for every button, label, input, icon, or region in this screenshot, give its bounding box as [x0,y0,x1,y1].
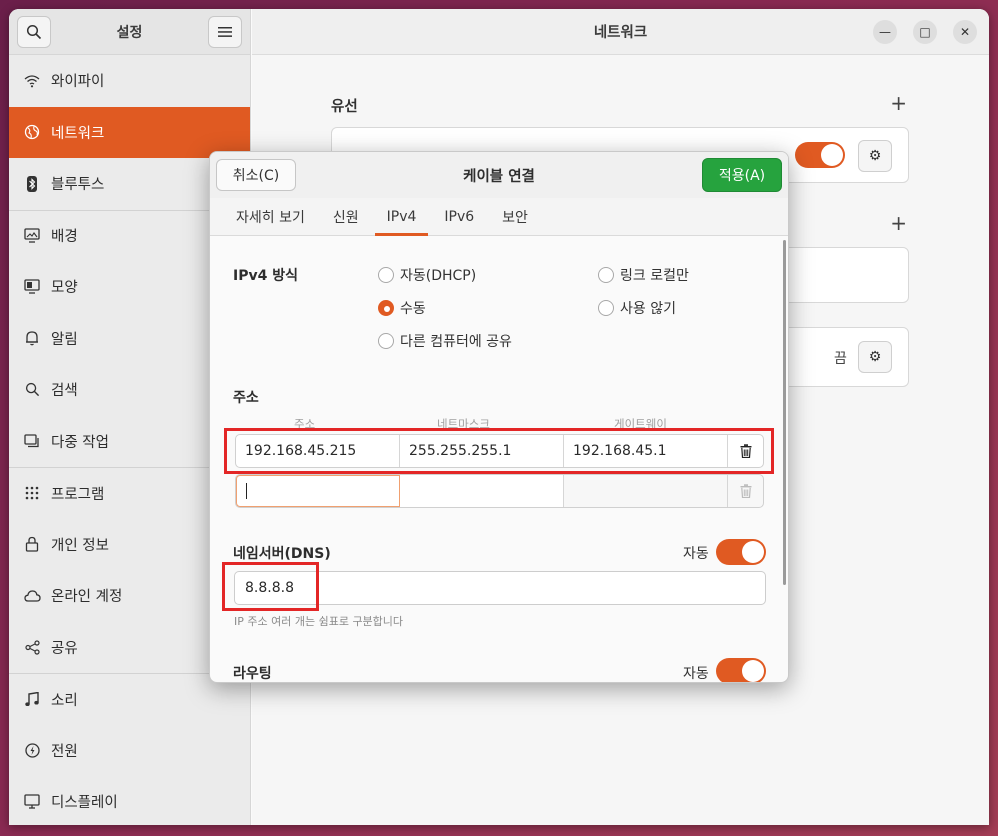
sidebar-item-wifi[interactable]: 와이파이 [9,55,250,107]
wired-toggle[interactable] [795,142,845,168]
routing-label: 라우팅 [233,666,272,682]
proxy-settings-button[interactable]: ⚙ [858,341,892,373]
tab-security[interactable]: 보안 [490,198,540,235]
radio-auto-dhcp[interactable]: 자동(DHCP) [378,265,476,285]
address-section-label: 주소 [233,390,259,406]
menu-button[interactable] [207,15,242,48]
routing-auto-label: 자동 [683,666,709,682]
dns-label: 네임서버(DNS) [233,546,331,562]
power-icon [23,741,41,759]
sidebar-title: 설정 [116,24,143,41]
sidebar-item-label: 공유 [51,640,78,657]
bluetooth-icon [23,175,41,193]
sidebar-item-label: 배경 [51,229,78,246]
routing-auto-toggle[interactable] [716,658,766,682]
sidebar-item-display[interactable]: 디스플레이 [9,776,250,825]
dns-auto-label: 자동 [683,546,709,562]
search-icon [26,24,42,39]
sidebar-item-label: 네트워크 [51,125,105,142]
radio-disabled[interactable]: 사용 않기 [598,298,676,318]
highlight-box-dns [222,562,319,611]
apps-icon [23,484,41,502]
ipv4-method-label: IPv4 방식 [233,268,298,284]
apply-button[interactable]: 적용(A) [702,158,782,192]
proxy-status: 끔 [834,351,847,367]
highlight-box-address [224,428,774,474]
wifi-icon [23,72,41,90]
delete-row-button[interactable] [728,475,763,507]
maximize-icon: □ [919,25,931,39]
minimize-button[interactable]: — [873,20,897,44]
sidebar-item-label: 디스플레이 [51,795,118,812]
radio-shared[interactable]: 다른 컴퓨터에 공유 [378,331,512,351]
sidebar-item-label: 와이파이 [51,74,105,91]
dialog-scrollbar[interactable] [783,240,786,585]
network-icon [23,123,41,141]
sidebar-item-power[interactable]: 전원 [9,725,250,777]
wired-connection-dialog: 취소(C) 케이블 연결 적용(A) 자세히 보기 신원 IPv4 IPv6 보… [209,151,789,683]
radio-label: 자동(DHCP) [400,268,477,284]
add-wired-button[interactable]: + [890,91,907,115]
add-vpn-button[interactable]: + [890,211,907,235]
radio-link-local[interactable]: 링크 로컬만 [598,265,689,285]
dialog-tabs: 자세히 보기 신원 IPv4 IPv6 보안 [210,198,788,236]
sidebar-header: 설정 [9,9,250,55]
lock-icon [23,535,41,553]
radio-manual[interactable]: 수동 [378,298,426,318]
radio-label: 수동 [400,301,426,317]
close-icon: ✕ [959,25,971,39]
sidebar-item-label: 개인 정보 [51,537,109,554]
multitasking-icon [23,432,41,450]
tab-details[interactable]: 자세히 보기 [224,198,317,235]
sidebar-item-label: 온라인 계정 [51,589,123,606]
sidebar-item-label: 프로그램 [51,486,105,503]
sidebar-item-network[interactable]: 네트워크 [9,106,250,158]
trash-icon [740,484,751,498]
maximize-button[interactable]: □ [913,20,937,44]
minimize-icon: — [879,25,891,39]
radio-label: 사용 않기 [620,301,676,317]
main-header: 네트워크 — □ ✕ [252,9,989,55]
tab-ipv6[interactable]: IPv6 [432,198,486,235]
wired-settings-button[interactable]: ⚙ [858,140,892,172]
close-button[interactable]: ✕ [953,20,977,44]
background-icon [23,227,41,245]
sidebar-item-label: 블루투스 [51,177,105,194]
tab-ipv4[interactable]: IPv4 [374,198,429,236]
page-title: 네트워크 [593,25,648,41]
gear-icon: ⚙ [868,349,882,365]
tab-identity[interactable]: 신원 [321,198,371,235]
address-row [235,474,764,508]
share-icon [23,638,41,656]
netmask-input[interactable] [400,475,564,507]
dialog-title: 케이블 연결 [463,168,535,185]
sidebar-item-label: 소리 [51,692,78,709]
radio-label: 링크 로컬만 [620,268,689,284]
gear-icon: ⚙ [868,148,882,164]
cancel-button[interactable]: 취소(C) [216,159,296,191]
sidebar-item-label: 검색 [51,383,78,400]
cloud-icon [23,587,41,605]
wired-section-label: 유선 [331,99,358,115]
text-cursor [246,483,247,499]
sidebar-item-label: 전원 [51,743,78,760]
dialog-header: 취소(C) 케이블 연결 적용(A) [210,152,788,198]
display-icon [23,793,41,811]
dns-auto-toggle[interactable] [716,539,766,565]
bell-icon [23,329,41,347]
sidebar-item-label: 알림 [51,331,78,348]
radio-label: 다른 컴퓨터에 공유 [400,334,512,350]
gateway-input[interactable] [564,475,728,507]
sidebar-item-label: 다중 작업 [51,434,109,451]
sidebar-item-label: 모양 [51,280,78,297]
search-button[interactable] [17,15,51,48]
appearance-icon [23,278,41,296]
music-note-icon [23,690,41,708]
address-input[interactable] [236,475,400,507]
dns-hint: IP 주소 여러 개는 쉼표로 구분합니다 [234,615,404,628]
search-icon [23,381,41,399]
hamburger-icon [217,26,232,37]
